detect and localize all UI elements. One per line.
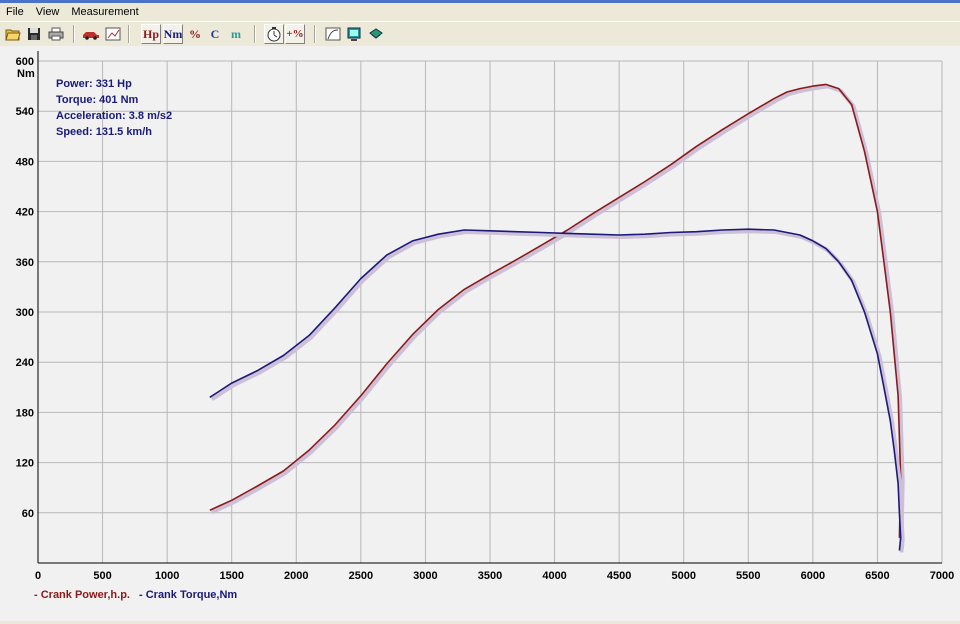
toolbar: Hp Nm % C m +% [0,21,960,47]
y-tick-label: 300 [16,307,34,319]
y-tick-label: 600 [16,56,34,68]
menu-view[interactable]: View [30,6,66,18]
monitor-icon[interactable] [344,24,364,44]
x-tick-label: 1500 [219,570,243,582]
x-tick-label: 6000 [801,570,825,582]
y-tick-label: 540 [16,106,34,118]
toolbar-separator [314,25,316,43]
open-icon[interactable] [3,24,23,44]
readout-torque: Torque: 401 Nm [56,94,139,106]
x-tick-label: 4000 [542,570,566,582]
toolbar-separator [254,25,256,43]
readout-acceleration: Acceleration: 3.8 m/s2 [56,110,172,122]
x-tick-label: 0 [35,570,41,582]
stopwatch-icon[interactable] [264,24,284,44]
y-unit-label: Nm [17,68,35,80]
nm-toggle-label: Nm [163,26,183,41]
readout-speed: Speed: 131.5 km/h [56,126,152,138]
y-tick-label: 240 [16,357,34,369]
c-toggle[interactable]: C [205,24,225,44]
x-tick-label: 4500 [607,570,631,582]
menu-file[interactable]: File [0,6,30,18]
y-tick-label: 480 [16,156,34,168]
x-tick-label: 5000 [671,570,695,582]
toolbar-separator [73,25,75,43]
graph-window-icon[interactable] [103,24,123,44]
plus-percent-label: +% [286,28,304,40]
print-icon[interactable] [46,24,66,44]
m-toggle-label: m [231,26,241,41]
readout-panel: Power: 331 Hp Torque: 401 Nm Acceleratio… [56,78,172,138]
percent-toggle[interactable]: % [185,24,205,44]
toolbar-separator [128,25,130,43]
c-toggle-label: C [210,26,220,41]
x-tick-label: 1000 [155,570,179,582]
crank-torque-line [209,228,902,551]
plus-percent-toggle[interactable]: +% [285,24,305,44]
hp-toggle[interactable]: Hp [141,24,161,44]
x-tick-label: 7000 [930,570,954,582]
x-tick-label: 3500 [478,570,502,582]
dyno-chart[interactable]: 0 500 1000 1500 2000 2500 3000 3500 4000 4500 5000… [0,46,960,621]
crank-torque-line-shadow [210,229,905,553]
legend-crank-power: - Crank Power,h.p. [34,589,130,601]
legend-crank-torque: - Crank Torque,Nm [139,589,237,601]
x-tick-label: 2500 [349,570,373,582]
chart-legend: - Crank Power,h.p. - Crank Torque,Nm [34,589,237,601]
x-tick-label: 500 [93,570,111,582]
crank-power-line-shadow [210,84,905,540]
nm-toggle[interactable]: Nm [163,24,183,44]
x-tick-label: 3000 [413,570,437,582]
save-icon[interactable] [24,24,44,44]
y-tick-label: 360 [16,257,34,269]
y-tick-label: 180 [16,407,34,419]
percent-toggle-label: % [189,26,201,41]
menu-measurement[interactable]: Measurement [65,6,144,18]
menu-bar: File View Measurement [0,3,960,20]
diskette-icon[interactable] [366,24,386,44]
x-tick-label: 6500 [865,570,889,582]
x-tick-label: 2000 [284,570,308,582]
readout-power: Power: 331 Hp [56,78,132,90]
crank-power-line [209,83,902,538]
dyno-chart-area: 0 500 1000 1500 2000 2500 3000 3500 4000 4500 5000… [0,46,960,621]
m-toggle[interactable]: m [226,24,246,44]
curve-icon[interactable] [323,24,343,44]
y-tick-label: 420 [16,207,34,219]
y-tick-label: 60 [22,508,34,520]
x-tick-label: 5500 [736,570,760,582]
hp-toggle-label: Hp [142,26,159,41]
y-tick-label: 120 [16,458,34,470]
car-icon[interactable] [81,24,101,44]
